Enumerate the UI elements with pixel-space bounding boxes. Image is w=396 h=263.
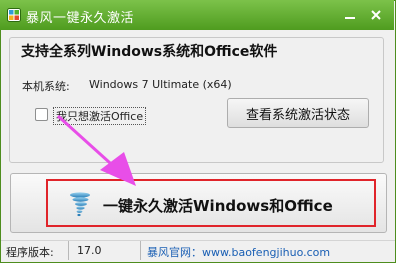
app-logo-icon <box>7 8 21 22</box>
tornado-icon <box>70 192 90 217</box>
version-value: 17.0 <box>77 244 102 257</box>
office-only-label[interactable]: 我只想激活Office <box>53 107 147 125</box>
system-value: Windows 7 Ultimate (x64) <box>89 78 232 91</box>
status-separator <box>68 241 69 260</box>
group-title: 支持全系列Windows系统和Office软件 <box>21 44 278 60</box>
status-button-label: 查看系统激活状态 <box>245 107 350 123</box>
window-title: 暴风一键永久激活 <box>26 11 135 26</box>
system-label: 本机系统: <box>22 80 70 93</box>
version-label: 程序版本: <box>6 246 54 259</box>
minimize-icon <box>345 17 355 19</box>
activate-windows-office-button[interactable]: 一键永久激活Windows和Office <box>46 179 376 227</box>
check-activation-status-button[interactable]: 查看系统激活状态 <box>227 98 369 128</box>
office-only-checkbox[interactable] <box>35 108 48 121</box>
close-button[interactable] <box>364 5 388 25</box>
status-separator <box>140 241 141 260</box>
activate-button-label: 一键永久激活Windows和Office <box>103 197 333 215</box>
title-bar[interactable]: 暴风一键永久激活 <box>0 0 394 30</box>
minimize-button[interactable] <box>338 5 362 25</box>
close-icon <box>371 10 381 20</box>
official-site-link[interactable]: 暴风官网：www.baofengjihuo.com <box>147 244 330 260</box>
